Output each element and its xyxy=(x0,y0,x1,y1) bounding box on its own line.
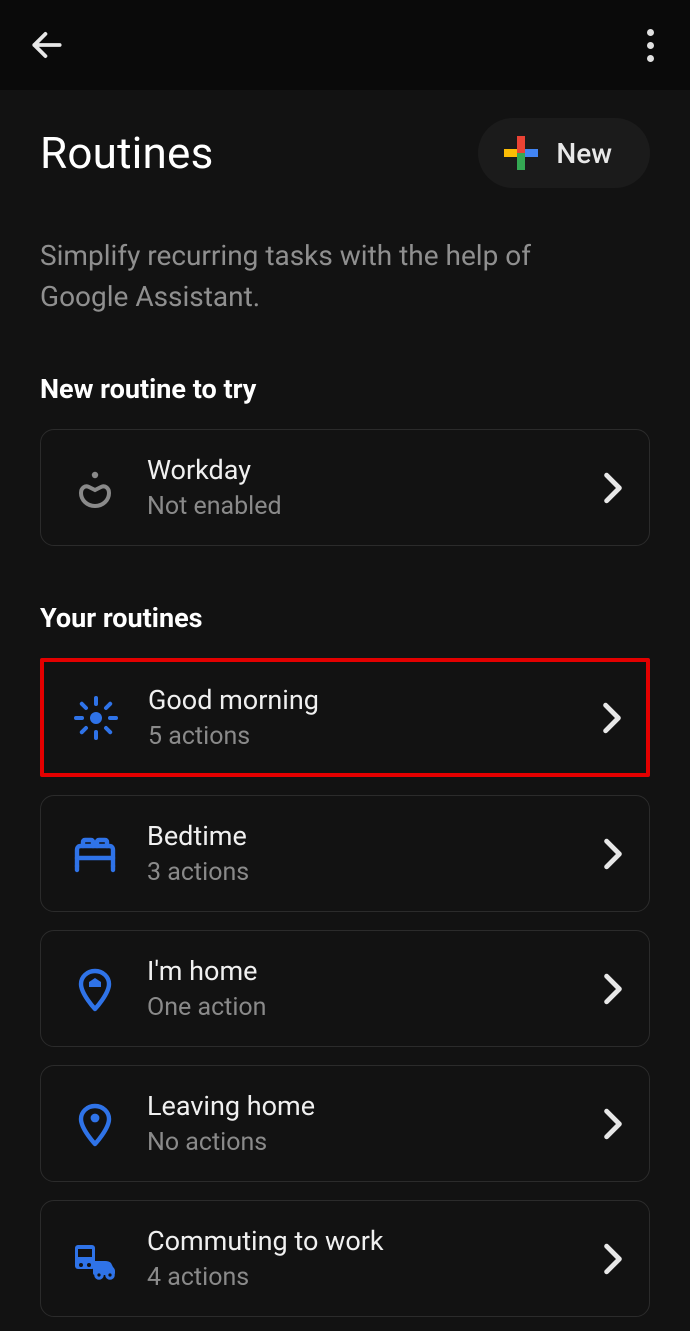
more-vert-icon[interactable] xyxy=(638,29,662,62)
card-body: Commuting to work 4 actions xyxy=(147,1225,575,1292)
card-title: Workday xyxy=(147,454,575,486)
card-subtitle: Not enabled xyxy=(147,492,575,521)
card-title: Leaving home xyxy=(147,1090,575,1122)
content-area: Routines New Simplify recurring tasks wi… xyxy=(0,90,690,1331)
card-body: I'm home One action xyxy=(147,955,575,1022)
chevron-right-icon xyxy=(602,702,622,734)
card-body: Leaving home No actions xyxy=(147,1090,575,1157)
bed-icon xyxy=(71,830,119,878)
routine-card[interactable]: I'm home One action xyxy=(40,930,650,1047)
card-title: Good morning xyxy=(148,684,574,716)
routine-card[interactable]: Bedtime 3 actions xyxy=(40,795,650,912)
page-subtitle: Simplify recurring tasks with the help o… xyxy=(40,236,600,317)
card-subtitle: 5 actions xyxy=(148,722,574,751)
chevron-right-icon xyxy=(603,1108,623,1140)
commute-icon xyxy=(71,1235,119,1283)
card-title: I'm home xyxy=(147,955,575,987)
section-header-your: Your routines xyxy=(40,602,650,634)
routine-card[interactable]: Good morning 5 actions xyxy=(40,658,650,777)
card-subtitle: No actions xyxy=(147,1128,575,1157)
card-body: Bedtime 3 actions xyxy=(147,820,575,887)
card-subtitle: 3 actions xyxy=(147,858,575,887)
chevron-right-icon xyxy=(603,838,623,870)
home-pin-icon xyxy=(71,965,119,1013)
card-subtitle: 4 actions xyxy=(147,1263,575,1292)
chevron-right-icon xyxy=(603,1243,623,1275)
google-plus-icon xyxy=(504,136,538,170)
new-button[interactable]: New xyxy=(478,118,650,188)
routine-card[interactable]: Commuting to work 4 actions xyxy=(40,1200,650,1317)
card-body: Workday Not enabled xyxy=(147,454,575,521)
page-title: Routines xyxy=(40,127,214,179)
your-routines-list: Good morning 5 actions Bedtime 3 actions… xyxy=(40,658,650,1317)
away-pin-icon xyxy=(71,1100,119,1148)
chevron-right-icon xyxy=(603,472,623,504)
new-button-label: New xyxy=(556,137,612,170)
back-icon[interactable] xyxy=(28,26,66,64)
sun-icon xyxy=(72,694,120,742)
self-care-icon xyxy=(71,464,119,512)
section-header-try: New routine to try xyxy=(40,373,650,405)
header-row: Routines New xyxy=(40,118,650,188)
topbar xyxy=(0,0,690,90)
card-body: Good morning 5 actions xyxy=(148,684,574,751)
card-title: Bedtime xyxy=(147,820,575,852)
chevron-right-icon xyxy=(603,973,623,1005)
card-subtitle: One action xyxy=(147,993,575,1022)
routine-card[interactable]: Leaving home No actions xyxy=(40,1065,650,1182)
card-title: Commuting to work xyxy=(147,1225,575,1257)
routine-card-workday[interactable]: Workday Not enabled xyxy=(40,429,650,546)
